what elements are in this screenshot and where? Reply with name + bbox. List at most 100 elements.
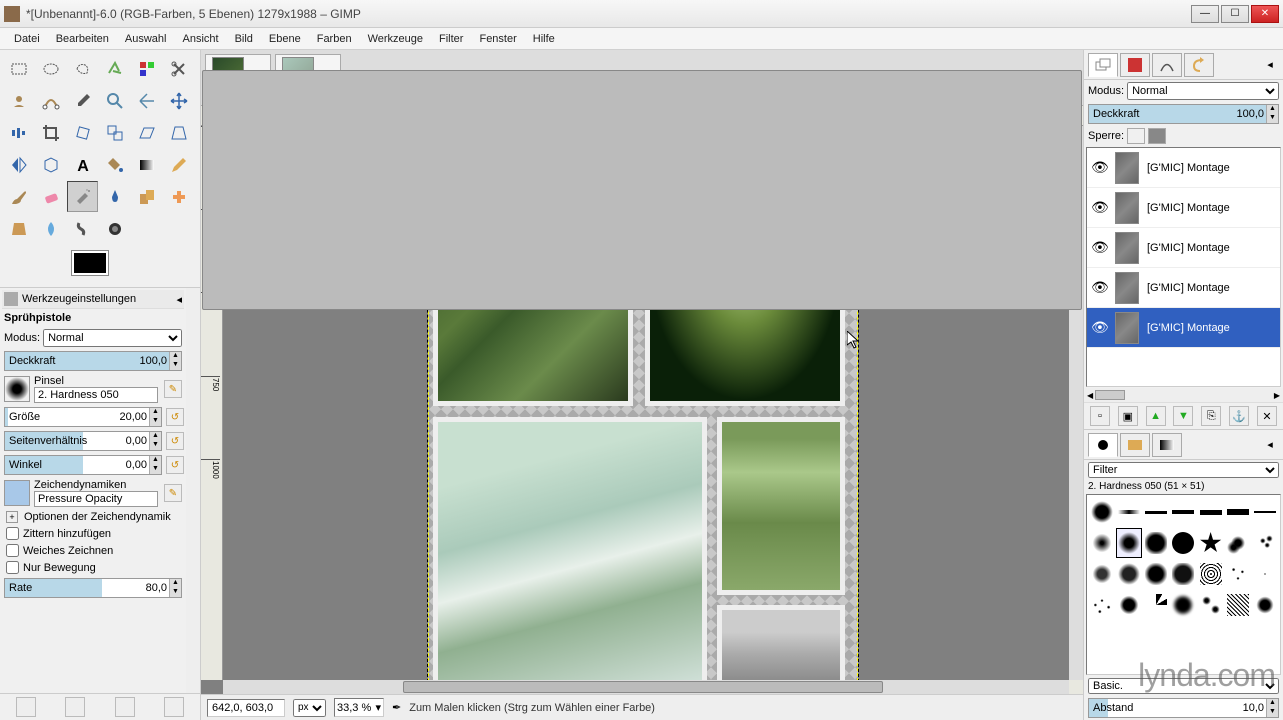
tab-gradients-icon[interactable]: [1152, 433, 1182, 457]
brush-item[interactable]: [1198, 559, 1224, 589]
rate-slider[interactable]: Rate 80,0 ▲▼: [4, 578, 182, 598]
duplicate-layer-icon[interactable]: ⎘: [1201, 406, 1221, 426]
paths-tool[interactable]: [35, 85, 66, 116]
visibility-icon[interactable]: 👁: [1091, 199, 1107, 216]
text-tool[interactable]: A: [67, 149, 98, 180]
menu-werkzeuge[interactable]: Werkzeuge: [360, 31, 431, 47]
paintbrush-tool[interactable]: [3, 181, 34, 212]
brush-item[interactable]: [1252, 559, 1278, 589]
raise-layer-icon[interactable]: ▲: [1146, 406, 1166, 426]
options-scrollbar[interactable]: [186, 288, 200, 693]
aspect-slider[interactable]: Seitenverhältnis 0,00 ▲▼: [4, 431, 162, 451]
zoom-field[interactable]: 33,3 %▾: [334, 698, 384, 717]
dynamics-icon[interactable]: [4, 480, 30, 506]
clone-tool[interactable]: [131, 181, 162, 212]
maximize-button[interactable]: ☐: [1221, 5, 1249, 23]
heal-tool[interactable]: [163, 181, 194, 212]
brush-item[interactable]: [1143, 497, 1169, 527]
airbrush-tool[interactable]: [67, 181, 98, 212]
layer-row[interactable]: 👁[G'MIC] Montage: [1087, 268, 1280, 308]
visibility-icon[interactable]: 👁: [1091, 279, 1107, 296]
layer-row[interactable]: 👁[G'MIC] Montage: [1087, 188, 1280, 228]
lock-alpha-icon[interactable]: [1148, 128, 1166, 144]
vertical-scrollbar[interactable]: [1069, 126, 1083, 680]
measure-tool[interactable]: [131, 85, 162, 116]
minimize-button[interactable]: —: [1191, 5, 1219, 23]
lock-pixels-icon[interactable]: [1127, 128, 1145, 144]
bucket-fill-tool[interactable]: [99, 149, 130, 180]
left-bottom-icon-1[interactable]: [16, 697, 36, 717]
brush-item[interactable]: [1116, 528, 1142, 558]
brush-item[interactable]: [1089, 497, 1115, 527]
lower-layer-icon[interactable]: ▼: [1173, 406, 1193, 426]
menu-fenster[interactable]: Fenster: [471, 31, 524, 47]
move-tool[interactable]: [163, 85, 194, 116]
left-bottom-icon-4[interactable]: [164, 697, 184, 717]
tab-brushes-icon[interactable]: [1088, 433, 1118, 457]
angle-slider[interactable]: Winkel 0,00 ▲▼: [4, 455, 162, 475]
left-bottom-icon-3[interactable]: [115, 697, 135, 717]
smooth-checkbox[interactable]: [6, 544, 19, 557]
brush-item[interactable]: [1198, 497, 1224, 527]
brush-item[interactable]: [1252, 497, 1278, 527]
tool-options-menu-icon[interactable]: ◂: [176, 293, 182, 306]
spacing-slider[interactable]: Abstand 10,0 ▲▼: [1088, 698, 1279, 718]
menu-filter[interactable]: Filter: [431, 31, 471, 47]
delete-layer-icon[interactable]: ✕: [1257, 406, 1277, 426]
menu-ebene[interactable]: Ebene: [261, 31, 309, 47]
color-picker-tool[interactable]: [67, 85, 98, 116]
free-select-tool[interactable]: [67, 53, 98, 84]
brush-item[interactable]: [1143, 528, 1169, 558]
tab-channels-icon[interactable]: [1120, 53, 1150, 77]
brush-item[interactable]: [1170, 559, 1196, 589]
menu-auswahl[interactable]: Auswahl: [117, 31, 175, 47]
menu-farben[interactable]: Farben: [309, 31, 360, 47]
brush-name[interactable]: 2. Hardness 050: [34, 387, 158, 403]
unit-select[interactable]: px: [293, 699, 326, 717]
rotate-tool[interactable]: [67, 117, 98, 148]
anchor-layer-icon[interactable]: ⚓: [1229, 406, 1249, 426]
blend-tool[interactable]: [131, 149, 162, 180]
fg-color-swatch[interactable]: [72, 251, 108, 275]
align-tool[interactable]: [3, 117, 34, 148]
dynamics-value[interactable]: Pressure Opacity: [34, 491, 158, 507]
left-bottom-icon-2[interactable]: [65, 697, 85, 717]
ellipse-select-tool[interactable]: [35, 53, 66, 84]
new-group-icon[interactable]: ▣: [1118, 406, 1138, 426]
brush-preset-select[interactable]: Basic.: [1088, 678, 1279, 694]
visibility-icon[interactable]: 👁: [1091, 239, 1107, 256]
brush-item[interactable]: [1116, 559, 1142, 589]
brush-item[interactable]: [1116, 590, 1142, 620]
brush-item[interactable]: [1225, 559, 1251, 589]
eraser-tool[interactable]: [35, 181, 66, 212]
scissors-tool[interactable]: [163, 53, 194, 84]
menu-ansicht[interactable]: Ansicht: [174, 31, 226, 47]
brushes-panel-menu-icon[interactable]: ◂: [1261, 438, 1279, 451]
brush-item[interactable]: [1198, 528, 1224, 558]
jitter-checkbox[interactable]: [6, 527, 19, 540]
layer-hscroll[interactable]: ◀▶: [1084, 388, 1283, 402]
layer-row[interactable]: 👁[G'MIC] Montage: [1087, 228, 1280, 268]
layers-panel-menu-icon[interactable]: ◂: [1261, 58, 1279, 71]
fuzzy-select-tool[interactable]: [99, 53, 130, 84]
horizontal-scrollbar[interactable]: [223, 680, 1069, 694]
nav-corner-icon[interactable]: [1069, 680, 1083, 694]
pencil-tool[interactable]: [163, 149, 194, 180]
brush-filter-select[interactable]: Filter: [1088, 462, 1279, 478]
brush-item[interactable]: [1143, 559, 1169, 589]
color-select-tool[interactable]: [131, 53, 162, 84]
brush-item[interactable]: [1198, 590, 1224, 620]
tab-undo-icon[interactable]: [1184, 53, 1214, 77]
cage-tool[interactable]: [35, 149, 66, 180]
dynamics-edit-icon[interactable]: ✎: [164, 484, 182, 502]
new-layer-icon[interactable]: ▫: [1090, 406, 1110, 426]
brush-item[interactable]: [1225, 528, 1251, 558]
brush-item[interactable]: [1170, 497, 1196, 527]
layer-opacity-slider[interactable]: Deckkraft 100,0 ▲▼: [1088, 104, 1279, 124]
dodge-tool[interactable]: [99, 213, 130, 244]
shear-tool[interactable]: [131, 117, 162, 148]
opacity-slider[interactable]: Deckkraft 100,0 ▲▼: [4, 351, 182, 371]
close-button[interactable]: ✕: [1251, 5, 1279, 23]
size-reset-icon[interactable]: ↺: [166, 408, 184, 426]
brush-item[interactable]: [1116, 497, 1142, 527]
